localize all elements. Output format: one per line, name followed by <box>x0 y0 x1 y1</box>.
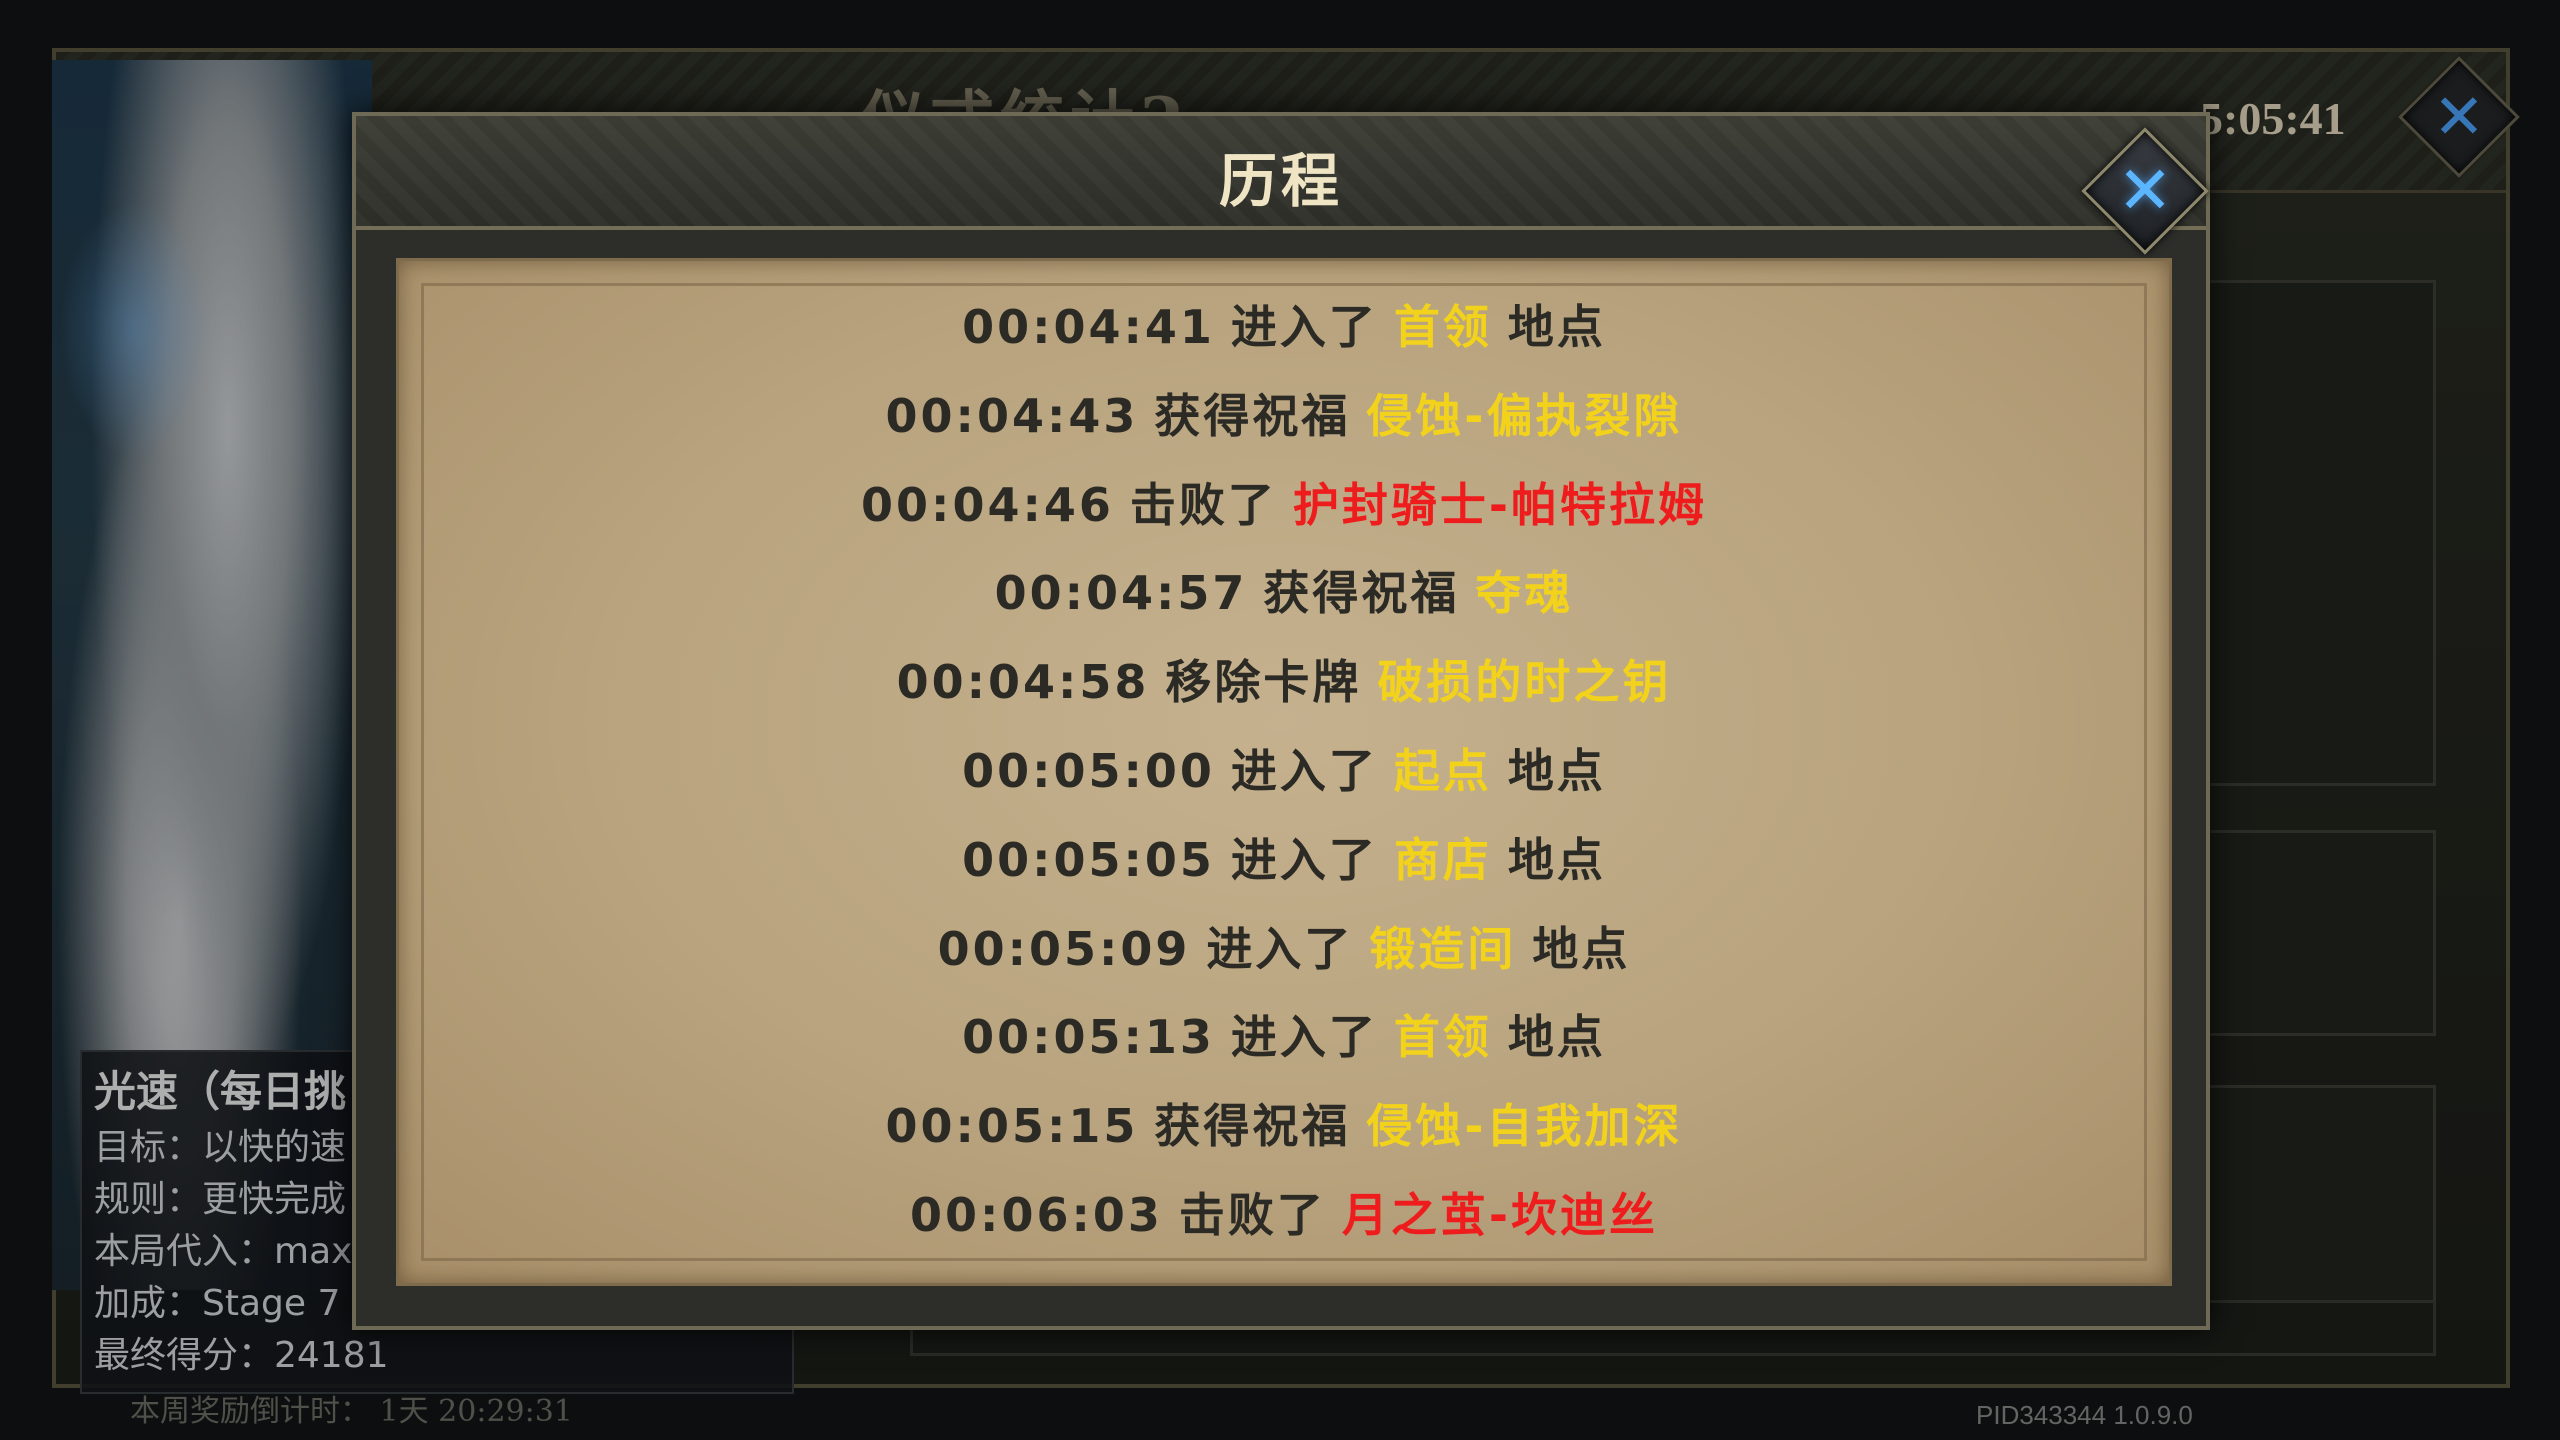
entry-time: 00:05:05 <box>962 832 1215 887</box>
entry-action: 击败了 <box>1129 477 1277 532</box>
dialog-title: 历程 <box>1218 147 1343 215</box>
entry-time: 00:05:00 <box>962 743 1215 798</box>
history-entry: 00:04:58 移除卡牌 破损的时之钥 <box>399 638 2169 727</box>
history-dialog: 历程 ✕ 00:04:41 进入了 首领 地点 00:04:43 获得祝福 侵蚀-偏执裂隙 0… <box>352 112 2210 1330</box>
entry-target: 护封骑士-帕特拉姆 <box>1292 477 1707 532</box>
history-entry: 00:04:57 获得祝福 夺魂 <box>399 549 2169 638</box>
history-entry: 00:06:03 击败了 月之茧-坎迪丝 <box>399 1171 2169 1260</box>
entry-time: 00:04:41 <box>962 300 1215 354</box>
history-entry: 00:04:43 获得祝福 侵蚀-偏执裂隙 <box>399 372 2169 461</box>
history-entry: 00:04:46 击败了 护封骑士-帕特拉姆 <box>399 461 2169 550</box>
entry-time: 00:05:09 <box>937 921 1191 976</box>
entry-action: 移除卡牌 <box>1165 655 1362 710</box>
entry-action: 击败了 <box>1178 1187 1326 1242</box>
entry-action: 进入了 <box>1230 743 1378 798</box>
entry-target: 起点 <box>1393 743 1492 798</box>
entry-action: 获得祝福 <box>1154 388 1351 443</box>
entry-target: 侵蚀-偏执裂隙 <box>1366 388 1683 443</box>
entry-suffix: 地点 <box>1507 832 1606 887</box>
entry-target: 商店 <box>1393 832 1492 887</box>
dialog-header: 历程 <box>356 116 2206 230</box>
close-x-icon: ✕ <box>2117 152 2173 229</box>
entry-action: 进入了 <box>1230 1010 1378 1065</box>
history-entry: 00:05:05 进入了 商店 地点 <box>399 816 2169 905</box>
entry-target: 首领 <box>1393 300 1492 354</box>
history-entry: 00:05:09 进入了 锻造间 地点 <box>399 905 2169 994</box>
entry-target: 破损的时之钥 <box>1377 655 1672 710</box>
entry-action: 获得祝福 <box>1154 1099 1351 1154</box>
entry-action: 进入了 <box>1230 832 1378 887</box>
history-entry: 00:04:41 进入了 首领 地点 <box>399 283 2169 372</box>
entry-time: 00:06:03 <box>910 1187 1163 1242</box>
history-log-panel: 00:04:41 进入了 首领 地点 00:04:43 获得祝福 侵蚀-偏执裂隙 00:04:… <box>396 258 2172 1286</box>
entry-target: 月之茧-坎迪丝 <box>1341 1187 1658 1242</box>
entry-suffix: 地点 <box>1507 1010 1606 1065</box>
entry-time: 00:05:15 <box>885 1099 1139 1154</box>
history-log-list: 00:04:41 进入了 首领 地点 00:04:43 获得祝福 侵蚀-偏执裂隙 00:04:… <box>399 283 2169 1260</box>
entry-suffix: 地点 <box>1507 743 1606 798</box>
entry-time: 00:04:46 <box>861 477 1114 532</box>
entry-target: 锻造间 <box>1369 921 1517 976</box>
entry-time: 00:05:13 <box>962 1010 1215 1065</box>
entry-suffix: 地点 <box>1507 300 1606 354</box>
entry-time: 00:04:58 <box>896 655 1150 710</box>
entry-target: 夺魂 <box>1475 566 1574 621</box>
entry-action: 获得祝福 <box>1263 566 1460 621</box>
entry-action: 进入了 <box>1206 921 1354 976</box>
history-entry: 00:05:15 获得祝福 侵蚀-自我加深 <box>399 1082 2169 1171</box>
entry-action: 进入了 <box>1230 300 1378 354</box>
entry-target: 首领 <box>1393 1010 1492 1065</box>
history-entry: 00:05:00 进入了 起点 地点 <box>399 727 2169 816</box>
history-entry: 00:05:13 进入了 首领 地点 <box>399 993 2169 1082</box>
entry-time: 00:04:57 <box>994 566 1248 621</box>
entry-suffix: 地点 <box>1532 921 1631 976</box>
entry-time: 00:04:43 <box>885 388 1139 443</box>
entry-target: 侵蚀-自我加深 <box>1366 1099 1683 1154</box>
